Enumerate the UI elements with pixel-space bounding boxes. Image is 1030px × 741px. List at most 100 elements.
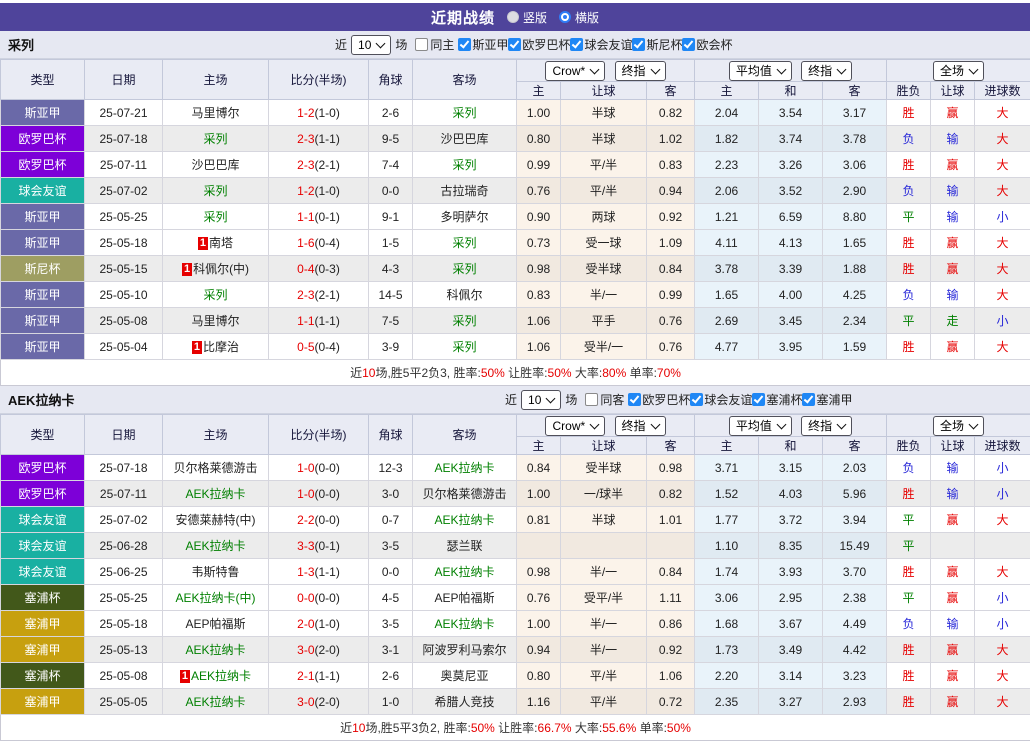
team-link[interactable]: 沙巴巴库 (440, 132, 488, 146)
score-cell[interactable]: 1-2(1-0) (269, 178, 369, 204)
home-team-cell[interactable]: 马里博尔 (163, 100, 269, 126)
away-team-cell[interactable]: 阿波罗利马索尔 (413, 637, 517, 663)
score-cell[interactable]: 2-0(1-0) (269, 611, 369, 637)
fulltime-score[interactable]: 2-3 (297, 288, 314, 302)
team-link[interactable]: 采列 (452, 262, 476, 276)
fulltime-score[interactable]: 1-2 (297, 184, 314, 198)
odds-stage-select[interactable]: 终指 (615, 416, 666, 436)
checkbox-checked-icon[interactable] (632, 38, 645, 51)
fulltime-score[interactable]: 3-0 (297, 643, 314, 657)
avg-source-select[interactable]: 平均值 (729, 61, 792, 81)
fulltime-score[interactable]: 3-0 (297, 695, 314, 709)
away-team-cell[interactable]: 沙巴巴库 (413, 126, 517, 152)
home-team-cell[interactable]: AEK拉纳卡 (163, 533, 269, 559)
score-cell[interactable]: 1-6(0-4) (269, 230, 369, 256)
team-link[interactable]: 采列 (452, 340, 476, 354)
home-team-cell[interactable]: 采列 (163, 282, 269, 308)
fulltime-score[interactable]: 3-3 (297, 539, 314, 553)
team-link[interactable]: 采列 (203, 210, 227, 224)
home-team-cell[interactable]: 1AEK拉纳卡 (163, 663, 269, 689)
score-cell[interactable]: 0-0(0-0) (269, 585, 369, 611)
away-team-cell[interactable]: 采列 (413, 100, 517, 126)
avg-stage-select[interactable]: 终指 (801, 61, 852, 81)
checkbox-checked-icon[interactable] (628, 393, 641, 406)
away-team-cell[interactable]: AEK拉纳卡 (413, 559, 517, 585)
away-team-cell[interactable]: 奥莫尼亚 (413, 663, 517, 689)
score-cell[interactable]: 1-2(1-0) (269, 100, 369, 126)
league-filter-item[interactable]: 球会友谊 (690, 391, 752, 408)
league-filter-item[interactable]: 斯亚甲 (458, 36, 508, 53)
team-link[interactable]: 瑟兰联 (446, 539, 482, 553)
fulltime-score[interactable]: 0-0 (297, 591, 314, 605)
home-team-cell[interactable]: 采列 (163, 204, 269, 230)
fulltime-score[interactable]: 1-1 (297, 314, 314, 328)
fulltime-score[interactable]: 1-0 (297, 461, 314, 475)
team-link[interactable]: 多明萨尔 (440, 210, 488, 224)
fulltime-score[interactable]: 1-1 (297, 210, 314, 224)
team-link[interactable]: 马里博尔 (191, 106, 239, 120)
team-link[interactable]: 奥莫尼亚 (440, 669, 488, 683)
home-team-cell[interactable]: 1科佩尔(中) (163, 256, 269, 282)
checkbox-checked-icon[interactable] (802, 393, 815, 406)
team-link[interactable]: AEK拉纳卡 (434, 461, 494, 475)
score-cell[interactable]: 1-0(0-0) (269, 481, 369, 507)
league-filter-item[interactable]: 塞浦甲 (802, 391, 852, 408)
fulltime-score[interactable]: 1-6 (297, 236, 314, 250)
score-cell[interactable]: 2-3(2-1) (269, 152, 369, 178)
home-team-cell[interactable]: 采列 (163, 126, 269, 152)
checkbox-checked-icon[interactable] (458, 38, 471, 51)
scope-select[interactable]: 全场 (933, 61, 984, 81)
away-team-cell[interactable]: 采列 (413, 334, 517, 360)
away-team-cell[interactable]: 希腊人竞技 (413, 689, 517, 715)
home-team-cell[interactable]: 1比摩治 (163, 334, 269, 360)
team-link[interactable]: AEP帕福斯 (434, 591, 494, 605)
team-link[interactable]: 马里博尔 (191, 314, 239, 328)
fulltime-score[interactable]: 1-2 (297, 106, 314, 120)
league-filter-item[interactable]: 欧罗巴杯 (508, 36, 570, 53)
team-link[interactable]: AEK拉纳卡 (434, 617, 494, 631)
home-team-cell[interactable]: 韦斯特鲁 (163, 559, 269, 585)
score-cell[interactable]: 1-1(1-1) (269, 308, 369, 334)
checkbox-unchecked-icon[interactable] (415, 38, 428, 51)
team-link[interactable]: 采列 (203, 184, 227, 198)
away-team-cell[interactable]: AEK拉纳卡 (413, 507, 517, 533)
team-link[interactable]: AEK拉纳卡 (185, 539, 245, 553)
team-link[interactable]: 采列 (452, 314, 476, 328)
same-home-checkbox[interactable]: 同主 (415, 36, 454, 53)
team-link[interactable]: 沙巴巴库 (191, 158, 239, 172)
team-link[interactable]: 贝尔格莱德游击 (422, 487, 506, 501)
away-team-cell[interactable]: AEP帕福斯 (413, 585, 517, 611)
home-team-cell[interactable]: AEK拉纳卡 (163, 689, 269, 715)
recent-count-select[interactable]: 10 (521, 390, 561, 410)
home-team-cell[interactable]: AEK拉纳卡 (163, 481, 269, 507)
avg-source-select[interactable]: 平均值 (729, 416, 792, 436)
away-team-cell[interactable]: 采列 (413, 230, 517, 256)
avg-stage-select[interactable]: 终指 (801, 416, 852, 436)
fulltime-score[interactable]: 2-0 (297, 617, 314, 631)
score-cell[interactable]: 1-1(0-1) (269, 204, 369, 230)
fulltime-score[interactable]: 1-0 (297, 487, 314, 501)
score-cell[interactable]: 1-0(0-0) (269, 455, 369, 481)
layout-radio-horizontal[interactable]: 横版 (559, 9, 599, 26)
team-link[interactable]: AEK拉纳卡 (434, 565, 494, 579)
checkbox-checked-icon[interactable] (682, 38, 695, 51)
score-cell[interactable]: 2-2(0-0) (269, 507, 369, 533)
away-team-cell[interactable]: 科佩尔 (413, 282, 517, 308)
score-cell[interactable]: 2-1(1-1) (269, 663, 369, 689)
away-team-cell[interactable]: 采列 (413, 308, 517, 334)
score-cell[interactable]: 0-5(0-4) (269, 334, 369, 360)
home-team-cell[interactable]: AEK拉纳卡 (163, 637, 269, 663)
away-team-cell[interactable]: 贝尔格莱德游击 (413, 481, 517, 507)
team-link[interactable]: 韦斯特鲁 (191, 565, 239, 579)
team-link[interactable]: 采列 (452, 158, 476, 172)
fulltime-score[interactable]: 2-3 (297, 158, 314, 172)
fulltime-score[interactable]: 2-1 (297, 669, 314, 683)
home-team-cell[interactable]: AEK拉纳卡(中) (163, 585, 269, 611)
scope-select[interactable]: 全场 (933, 416, 984, 436)
checkbox-unchecked-icon[interactable] (585, 393, 598, 406)
team-link[interactable]: 采列 (452, 106, 476, 120)
recent-count-select[interactable]: 10 (351, 35, 391, 55)
team-link[interactable]: AEP帕福斯 (185, 617, 245, 631)
home-team-cell[interactable]: 采列 (163, 178, 269, 204)
league-filter-item[interactable]: 欧会杯 (682, 36, 732, 53)
